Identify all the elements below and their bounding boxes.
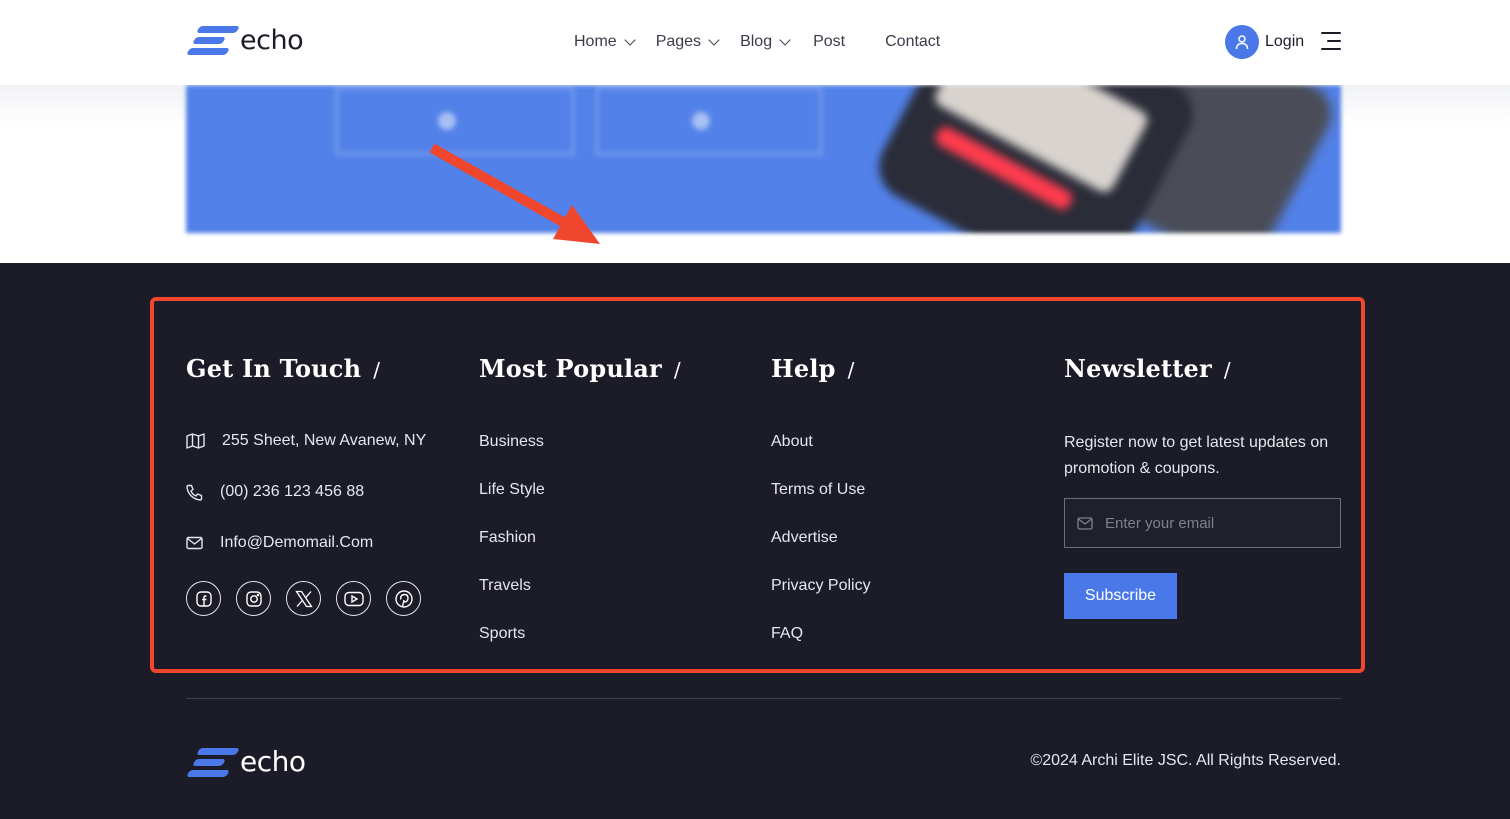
logo-text: echo xyxy=(240,24,304,56)
x-icon[interactable] xyxy=(286,581,321,616)
map-icon xyxy=(186,433,205,449)
footer-link-travels[interactable]: Travels xyxy=(479,577,531,595)
col-title: Newsletter / xyxy=(1064,354,1231,383)
newsletter-email-field[interactable] xyxy=(1064,498,1341,548)
facebook-icon[interactable] xyxy=(186,581,221,616)
col-title: Help / xyxy=(771,354,855,383)
footer-link-lifestyle[interactable]: Life Style xyxy=(479,481,545,499)
footer-divider xyxy=(186,698,1341,699)
play-icon xyxy=(692,112,710,130)
col-title: Most Popular / xyxy=(479,354,681,383)
footer-logo[interactable]: echo xyxy=(186,745,306,778)
footer-link-terms[interactable]: Terms of Use xyxy=(771,481,865,499)
footer-link-business[interactable]: Business xyxy=(479,433,544,451)
newsletter-text: Register now to get latest updates on pr… xyxy=(1064,434,1329,477)
social-links xyxy=(186,581,436,616)
header-logo[interactable]: echo xyxy=(186,24,304,56)
chevron-down-icon xyxy=(779,33,791,46)
footer-col-popular: Most Popular / Business Life Style Fashio… xyxy=(479,354,681,642)
address-text: 255 Sheet, New Avanew, NY xyxy=(222,432,427,449)
login-button[interactable]: Login xyxy=(1225,25,1304,59)
apple-icon xyxy=(438,112,456,130)
chevron-down-icon xyxy=(708,33,720,46)
footer-link-about[interactable]: About xyxy=(771,433,813,451)
footer-link-privacy[interactable]: Privacy Policy xyxy=(771,577,871,595)
footer-link-sports[interactable]: Sports xyxy=(479,625,525,643)
subscribe-button[interactable]: Subscribe xyxy=(1064,573,1177,619)
email-text: Info@Demomail.Com xyxy=(220,534,374,551)
nav-item-home[interactable]: Home xyxy=(574,33,636,51)
logo-mark-icon xyxy=(186,24,240,56)
logo-text: echo xyxy=(240,745,306,778)
phone-icon xyxy=(186,484,203,501)
phone-text: (00) 236 123 456 88 xyxy=(220,483,365,500)
site-header: echo Home Pages Blog Post Contact Login xyxy=(0,0,1510,85)
logo-mark-icon xyxy=(186,746,240,778)
main-nav: Home Pages Blog Post Contact xyxy=(574,30,940,54)
footer-col-help: Help / About Terms of Use Advertise Priva… xyxy=(771,354,871,642)
mail-icon xyxy=(186,536,203,550)
nav-item-label: Post xyxy=(813,33,846,50)
email-input[interactable] xyxy=(1105,514,1325,532)
site-footer: Get In Touch/ 255 Sheet, New Avanew, NY … xyxy=(0,263,1510,819)
pinterest-icon[interactable] xyxy=(386,581,421,616)
footer-link-fashion[interactable]: Fashion xyxy=(479,529,536,547)
nav-item-label: Home xyxy=(574,33,617,50)
promo-section xyxy=(0,85,1510,263)
chevron-down-icon xyxy=(624,33,636,46)
nav-item-pages[interactable]: Pages xyxy=(655,33,720,51)
instagram-icon[interactable] xyxy=(236,581,271,616)
nav-item-label: Contact xyxy=(885,33,941,50)
login-label: Login xyxy=(1265,33,1305,50)
nav-item-blog[interactable]: Blog xyxy=(740,33,791,51)
contact-address: 255 Sheet, New Avanew, NY xyxy=(186,432,426,450)
col-title: Get In Touch / xyxy=(186,354,381,383)
nav-item-post[interactable]: Post xyxy=(813,33,845,51)
annotation-arrow-icon xyxy=(429,143,600,244)
copyright-text: ©2024 Archi Elite JSC. All Rights Reserv… xyxy=(1030,752,1341,769)
footer-col-contact: Get In Touch/ 255 Sheet, New Avanew, NY … xyxy=(186,354,426,616)
user-icon xyxy=(1225,25,1259,59)
app-promo-banner xyxy=(186,85,1341,233)
youtube-icon[interactable] xyxy=(336,581,371,616)
mail-icon xyxy=(1077,516,1093,530)
footer-link-advertise[interactable]: Advertise xyxy=(771,529,838,547)
contact-email[interactable]: Info@Demomail.Com xyxy=(186,534,373,552)
nav-item-label: Blog xyxy=(740,33,773,50)
footer-col-newsletter: Newsletter / Register now to get latest u… xyxy=(1064,354,1341,619)
contact-phone[interactable]: (00) 236 123 456 88 xyxy=(186,483,364,501)
menu-icon[interactable] xyxy=(1321,32,1341,51)
nav-item-label: Pages xyxy=(655,33,702,50)
nav-item-contact[interactable]: Contact xyxy=(885,33,940,51)
play-store-button[interactable] xyxy=(596,87,822,155)
footer-link-faq[interactable]: FAQ xyxy=(771,625,803,643)
